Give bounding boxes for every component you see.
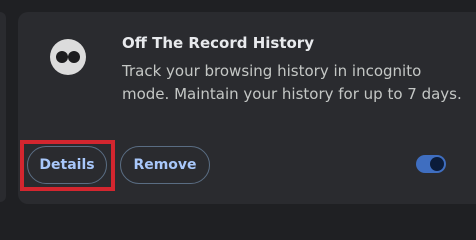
eye-right: [68, 51, 80, 63]
incognito-eyes-icon: [50, 39, 86, 75]
enable-toggle[interactable]: [416, 155, 446, 173]
extension-description: Track your browsing history in incognito…: [122, 62, 462, 103]
details-highlight-box: [20, 140, 115, 191]
extension-title: Off The Record History: [122, 34, 314, 52]
remove-button[interactable]: Remove: [120, 146, 210, 184]
adjacent-card-edge: [0, 12, 6, 202]
eye-left: [56, 51, 68, 63]
toggle-knob: [430, 157, 444, 171]
